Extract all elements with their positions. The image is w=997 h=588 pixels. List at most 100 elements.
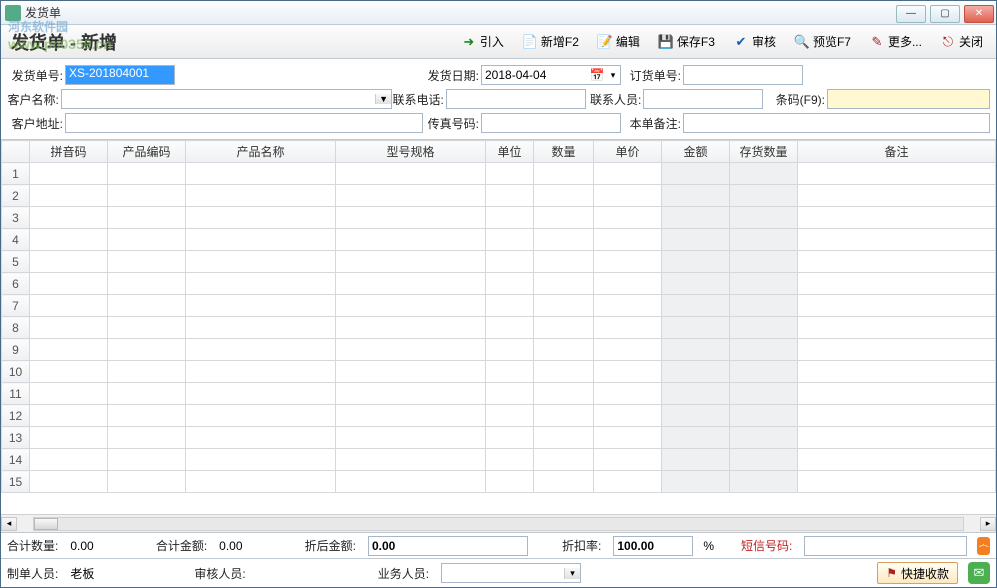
cell[interactable] (486, 229, 534, 251)
cell[interactable] (594, 229, 662, 251)
table-row[interactable]: 14 (2, 449, 996, 471)
table-row[interactable]: 4 (2, 229, 996, 251)
cell[interactable] (662, 229, 730, 251)
import-button[interactable]: ➜引入 (452, 27, 513, 57)
cell[interactable] (662, 427, 730, 449)
cell[interactable] (186, 317, 336, 339)
scroll-left-icon[interactable]: ◂ (1, 517, 17, 531)
cell[interactable] (486, 295, 534, 317)
cell[interactable] (30, 273, 108, 295)
cell[interactable] (336, 449, 486, 471)
cell[interactable] (662, 339, 730, 361)
cell[interactable] (486, 449, 534, 471)
table-row[interactable]: 3 (2, 207, 996, 229)
cell[interactable] (186, 339, 336, 361)
column-header[interactable]: 备注 (798, 141, 996, 163)
cell[interactable] (534, 405, 594, 427)
cell[interactable] (108, 273, 186, 295)
cell[interactable] (186, 229, 336, 251)
column-header[interactable]: 型号规格 (336, 141, 486, 163)
scroll-right-icon[interactable]: ▸ (980, 517, 996, 531)
cell[interactable] (594, 317, 662, 339)
table-row[interactable]: 13 (2, 427, 996, 449)
cell[interactable] (30, 383, 108, 405)
cell[interactable] (30, 207, 108, 229)
cell[interactable] (186, 295, 336, 317)
cell[interactable] (594, 295, 662, 317)
table-row[interactable]: 9 (2, 339, 996, 361)
cell[interactable] (108, 207, 186, 229)
cell[interactable] (108, 229, 186, 251)
phone-field[interactable] (446, 89, 586, 109)
preview-button[interactable]: 🔍预览F7 (785, 27, 860, 57)
cell[interactable] (30, 229, 108, 251)
cell[interactable] (798, 449, 996, 471)
cell[interactable] (534, 449, 594, 471)
cell[interactable] (798, 273, 996, 295)
contact-field[interactable] (643, 89, 763, 109)
audit-button[interactable]: ✔审核 (724, 27, 785, 57)
cell[interactable] (30, 295, 108, 317)
cell[interactable] (662, 361, 730, 383)
maximize-button[interactable]: ▢ (930, 5, 960, 23)
table-row[interactable]: 10 (2, 361, 996, 383)
cell[interactable] (730, 383, 798, 405)
cell[interactable] (486, 251, 534, 273)
cell[interactable] (594, 383, 662, 405)
cell[interactable] (730, 163, 798, 185)
cell[interactable] (30, 317, 108, 339)
table-row[interactable]: 8 (2, 317, 996, 339)
cell[interactable] (108, 185, 186, 207)
cell[interactable] (108, 471, 186, 493)
sms-field[interactable] (804, 536, 967, 556)
cell[interactable] (336, 163, 486, 185)
column-header[interactable]: 金额 (662, 141, 730, 163)
cell[interactable] (108, 427, 186, 449)
cell[interactable] (730, 427, 798, 449)
cell[interactable] (730, 229, 798, 251)
cell[interactable] (534, 229, 594, 251)
cell[interactable] (662, 251, 730, 273)
cell[interactable] (486, 207, 534, 229)
cell[interactable] (662, 383, 730, 405)
cell[interactable] (730, 471, 798, 493)
cell[interactable] (186, 185, 336, 207)
cell[interactable] (594, 185, 662, 207)
order-no-field[interactable] (683, 65, 803, 85)
cell[interactable] (30, 361, 108, 383)
cell[interactable] (662, 273, 730, 295)
table-row[interactable]: 15 (2, 471, 996, 493)
cell[interactable] (30, 405, 108, 427)
cell[interactable] (534, 251, 594, 273)
column-header[interactable]: 单位 (486, 141, 534, 163)
table-row[interactable]: 7 (2, 295, 996, 317)
cell[interactable] (798, 405, 996, 427)
bill-no-field[interactable]: XS-201804001 (65, 65, 175, 85)
cell[interactable] (798, 317, 996, 339)
cell[interactable] (534, 339, 594, 361)
table-row[interactable]: 12 (2, 405, 996, 427)
clerk-field[interactable]: ▾ (441, 563, 581, 583)
cell[interactable] (534, 317, 594, 339)
column-header[interactable]: 数量 (534, 141, 594, 163)
cell[interactable] (486, 339, 534, 361)
more-button[interactable]: ✎更多... (860, 27, 931, 57)
cell[interactable] (30, 449, 108, 471)
cell[interactable] (730, 317, 798, 339)
rss-icon[interactable]: ෴ (977, 537, 990, 555)
cell[interactable] (534, 383, 594, 405)
cell[interactable] (486, 471, 534, 493)
cell[interactable] (30, 427, 108, 449)
cell[interactable] (662, 295, 730, 317)
cell[interactable] (108, 251, 186, 273)
column-header[interactable]: 产品编码 (108, 141, 186, 163)
cell[interactable] (108, 317, 186, 339)
cell[interactable] (534, 185, 594, 207)
cell[interactable] (662, 471, 730, 493)
cell[interactable] (798, 185, 996, 207)
cell[interactable] (30, 339, 108, 361)
cell[interactable] (534, 427, 594, 449)
cell[interactable] (730, 251, 798, 273)
cell[interactable] (336, 427, 486, 449)
cell[interactable] (336, 405, 486, 427)
